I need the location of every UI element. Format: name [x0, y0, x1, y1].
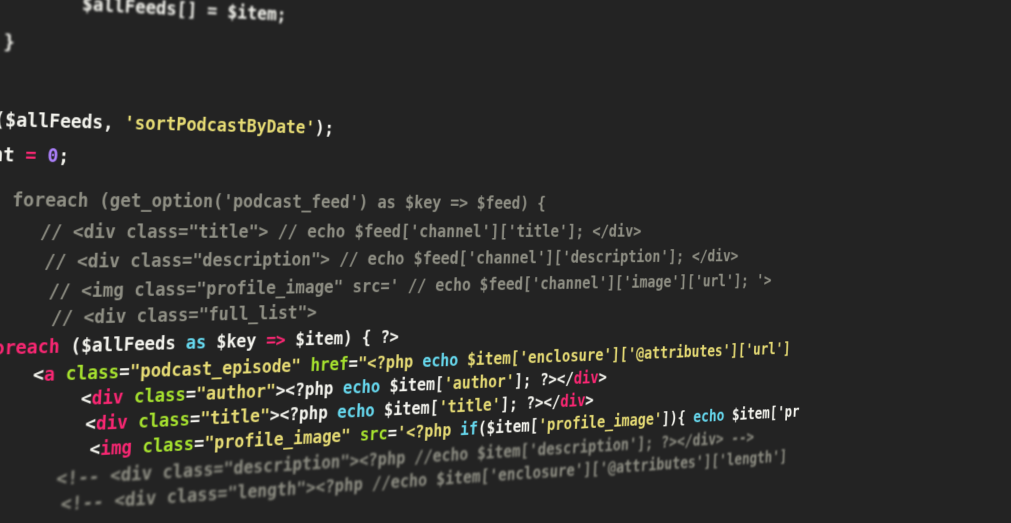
code-line: // <img class="profile_image" src=' // e…	[4, 271, 772, 305]
code-token: if	[460, 419, 479, 440]
code-token: ($item[	[477, 416, 538, 439]
code-token: img	[100, 437, 133, 460]
code-token: (	[59, 335, 82, 357]
code-line: // <div class="title"> // echo $feed['ch…	[0, 220, 642, 244]
code-editor-view: $allFeeds[] = $item;} ($allFeeds, 'sortPo…	[0, 0, 801, 502]
code-token: "profile_image"	[204, 426, 351, 455]
code-token: class	[127, 409, 190, 433]
code-token: nt	[0, 144, 26, 167]
code-token: 'sortPodcastByDate'	[124, 113, 316, 139]
code-token: $item) { ?>	[285, 327, 399, 351]
code-token: // <img class="profile_image" src=' // e…	[4, 271, 772, 303]
code-line: // <div class="description"> // echo $fe…	[0, 246, 739, 274]
code-token: href	[300, 354, 349, 376]
code-token: div	[91, 387, 124, 410]
code-token: );	[314, 118, 334, 139]
code-token: as	[175, 332, 217, 354]
code-line: // <div class="full_list">	[6, 301, 317, 331]
code-token: "author"	[195, 381, 276, 405]
code-token: div	[560, 391, 586, 411]
code-line: ($allFeeds, 'sortPodcastByDate');	[0, 108, 335, 140]
code-token: >	[598, 368, 607, 387]
code-token: ;	[58, 145, 70, 167]
code-token: echo	[337, 401, 375, 423]
code-token: div	[95, 412, 128, 435]
code-token: foreach	[0, 336, 60, 360]
code-token: ]; ?></	[500, 392, 561, 414]
code-token: foreach (get_option('podcast_feed') as $…	[0, 189, 546, 213]
code-token: ,	[103, 112, 125, 134]
code-token: div	[573, 368, 599, 388]
code-token: "title"	[200, 405, 271, 429]
code-token: }	[3, 31, 15, 53]
code-token: src	[350, 424, 388, 446]
code-token: echo	[693, 407, 725, 427]
code-token: 'author'	[444, 372, 515, 394]
code-token: ><?php	[275, 378, 343, 401]
code-token: <	[0, 388, 92, 414]
code-token: >	[585, 391, 594, 410]
code-token: $allFeeds	[81, 333, 177, 357]
code-token: $item['pr	[724, 403, 800, 425]
code-token: $item['enclosure']['@attributes']['url']	[458, 340, 791, 371]
code-token: ]; ?></	[514, 369, 574, 391]
code-token: <	[2, 438, 101, 465]
code-token: class	[54, 362, 119, 386]
code-token: $key	[216, 330, 267, 352]
code-token: "<?php	[357, 352, 422, 374]
code-token: ><?php	[269, 402, 337, 426]
code-token: echo	[342, 377, 380, 399]
code-token: $allFeeds	[4, 109, 103, 133]
code-token: class	[123, 384, 186, 408]
code-token: 'title'	[438, 395, 501, 418]
code-token: echo	[422, 350, 459, 371]
code-line: $allFeeds[] = $item;	[38, 0, 287, 27]
code-token: $item[	[374, 398, 439, 421]
code-token: <	[0, 413, 97, 440]
code-token: // <div class="title"> // echo $feed['ch…	[0, 221, 642, 243]
code-token: // <div class="full_list">	[7, 302, 318, 330]
code-line: foreach (get_option('podcast_feed') as $…	[0, 188, 546, 214]
code-line: nt = 0;	[0, 143, 70, 168]
code-token: <	[0, 364, 45, 388]
code-token: ]){	[661, 408, 693, 428]
code-token: =>	[266, 330, 287, 351]
code-token: "podcast_episode"	[129, 356, 301, 383]
code-token: $item[	[380, 374, 445, 397]
code-token: 'profile_image'	[538, 410, 662, 436]
code-token: '<?php	[396, 420, 460, 443]
code-token: // <div class="description"> // echo $fe…	[0, 247, 739, 273]
code-line: }	[3, 30, 15, 54]
code-token: class	[131, 434, 194, 459]
code-token: $allFeeds[] = $item;	[38, 0, 287, 26]
